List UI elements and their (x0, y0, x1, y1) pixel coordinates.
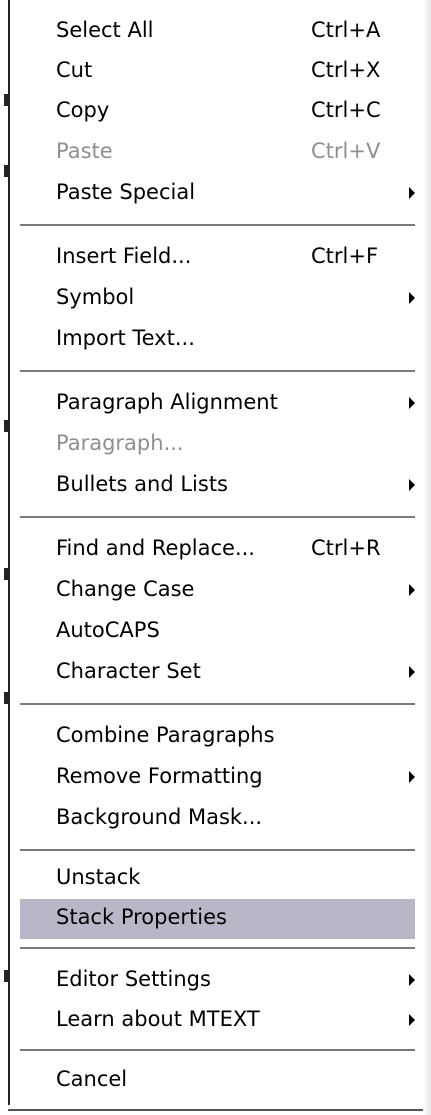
submenu-arrow-icon (409, 1014, 415, 1026)
menu-item-label: Insert Field... (56, 244, 192, 268)
menu-item-label: Paste (56, 139, 113, 163)
menu-item-remove-formatting[interactable]: Remove Formatting (20, 758, 415, 798)
menu-item-paragraph-alignment[interactable]: Paragraph Alignment (20, 384, 415, 424)
menu-item-label: Cancel (56, 1067, 128, 1091)
menu-item-paragraph: Paragraph... (20, 425, 415, 465)
menu-item-label: Copy (56, 98, 110, 122)
menu-item-shortcut: Ctrl+V (311, 139, 381, 163)
menu-item-change-case[interactable]: Change Case (20, 571, 415, 611)
menu-item-label: Bullets and Lists (56, 472, 228, 496)
menu-item-copy[interactable]: Copy Ctrl+C (20, 92, 415, 132)
edge-mark (4, 692, 10, 704)
menu-item-label: Unstack (56, 865, 141, 889)
menu-item-background-mask[interactable]: Background Mask... (20, 799, 415, 839)
menu-item-shortcut: Ctrl+A (311, 18, 381, 42)
menu-bottom-border (8, 1109, 423, 1111)
submenu-arrow-icon (409, 771, 415, 783)
menu-item-autocaps[interactable]: AutoCAPS (20, 612, 415, 652)
menu-separator (20, 224, 415, 226)
menu-item-label: Paragraph Alignment (56, 390, 278, 414)
menu-separator (20, 1049, 415, 1051)
menu-item-import-text[interactable]: Import Text... (20, 320, 415, 360)
menu-separator (20, 849, 415, 851)
menu-item-shortcut: Ctrl+X (311, 58, 381, 82)
submenu-arrow-icon (409, 187, 415, 199)
menu-item-label: Paragraph... (56, 431, 184, 455)
menu-item-label: Import Text... (56, 326, 195, 350)
menu-item-label: Editor Settings (56, 967, 211, 991)
menu-item-stack-properties[interactable]: Stack Properties (20, 899, 415, 939)
edge-mark (4, 970, 10, 982)
menu-item-character-set[interactable]: Character Set (20, 653, 415, 693)
submenu-arrow-icon (409, 292, 415, 304)
menu-item-label: Remove Formatting (56, 764, 263, 788)
menu-item-paste-special[interactable]: Paste Special (20, 174, 415, 214)
window-edge (0, 0, 12, 1115)
menu-item-shortcut: Ctrl+F (311, 244, 379, 268)
menu-item-shortcut: Ctrl+R (311, 536, 381, 560)
edge-mark (4, 94, 10, 106)
menu-separator (20, 516, 415, 518)
menu-item-symbol[interactable]: Symbol (20, 279, 415, 319)
edge-mark (4, 568, 10, 580)
menu-shadow (423, 0, 431, 1115)
menu-item-label: Paste Special (56, 180, 196, 204)
menu-item-bullets-and-lists[interactable]: Bullets and Lists (20, 466, 415, 506)
menu-item-label: AutoCAPS (56, 618, 160, 642)
menu-item-shortcut: Ctrl+C (311, 98, 381, 122)
menu-item-label: Select All (56, 18, 154, 42)
menu-item-paste: Paste Ctrl+V (20, 133, 415, 173)
menu-item-cut[interactable]: Cut Ctrl+X (20, 52, 415, 92)
menu-item-editor-settings[interactable]: Editor Settings (20, 961, 415, 1001)
submenu-arrow-icon (409, 584, 415, 596)
menu-item-label: Learn about MTEXT (56, 1007, 260, 1031)
menu-item-find-and-replace[interactable]: Find and Replace... Ctrl+R (20, 530, 415, 570)
submenu-arrow-icon (409, 479, 415, 491)
menu-item-select-all[interactable]: Select All Ctrl+A (20, 12, 415, 52)
submenu-arrow-icon (409, 666, 415, 678)
menu-item-combine-paragraphs[interactable]: Combine Paragraphs (20, 717, 415, 757)
menu-item-label: Character Set (56, 659, 201, 683)
menu-separator (20, 703, 415, 705)
menu-item-label: Change Case (56, 577, 195, 601)
menu-item-label: Cut (56, 58, 93, 82)
menu-item-cancel[interactable]: Cancel (20, 1061, 415, 1101)
menu-item-insert-field[interactable]: Insert Field... Ctrl+F (20, 238, 415, 278)
menu-item-learn-about-mtext[interactable]: Learn about MTEXT (20, 1001, 415, 1041)
context-menu: Select All Ctrl+A Cut Ctrl+X Copy Ctrl+C… (0, 0, 431, 1115)
edge-mark (4, 420, 10, 432)
menu-item-label: Find and Replace... (56, 536, 255, 560)
menu-separator (20, 947, 415, 949)
menu-separator (20, 370, 415, 372)
menu-item-label: Symbol (56, 285, 135, 309)
submenu-arrow-icon (409, 974, 415, 986)
edge-mark (4, 165, 10, 177)
menu-item-label: Stack Properties (56, 905, 227, 929)
menu-item-label: Combine Paragraphs (56, 723, 275, 747)
submenu-arrow-icon (409, 397, 415, 409)
menu-item-label: Background Mask... (56, 805, 263, 829)
menu-item-unstack[interactable]: Unstack (20, 859, 415, 899)
